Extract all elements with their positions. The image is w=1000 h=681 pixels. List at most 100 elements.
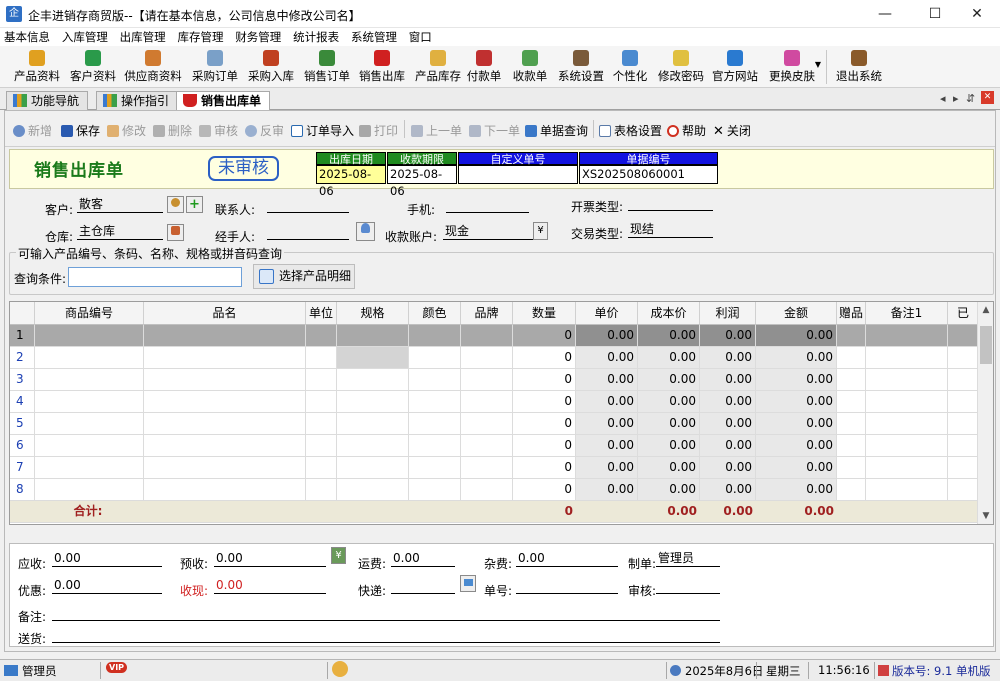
unit-price-cell[interactable]: 0.00 bbox=[576, 325, 638, 347]
product-name-cell[interactable] bbox=[144, 457, 306, 479]
scroll-thumb[interactable] bbox=[980, 326, 992, 364]
spec-cell[interactable] bbox=[337, 347, 409, 369]
help-button[interactable]: 帮助 bbox=[667, 122, 706, 139]
customer-info-button[interactable]: 客户资料 bbox=[66, 48, 120, 86]
brand-cell[interactable] bbox=[461, 325, 513, 347]
amount-cell[interactable]: 0.00 bbox=[756, 347, 837, 369]
skin-dropdown-icon[interactable]: ▼ bbox=[813, 60, 823, 70]
color-cell[interactable] bbox=[409, 457, 461, 479]
edit-button[interactable]: 修改 bbox=[107, 122, 146, 139]
receipt-button[interactable]: 收款单 bbox=[508, 48, 552, 86]
menu-finance[interactable]: 财务管理 bbox=[231, 28, 285, 46]
spec-cell[interactable] bbox=[337, 369, 409, 391]
spec-cell[interactable] bbox=[337, 391, 409, 413]
extra-cell[interactable] bbox=[948, 457, 979, 479]
handler-input[interactable] bbox=[267, 223, 349, 240]
print-button[interactable]: 打印 bbox=[359, 122, 398, 139]
column-header-remark1[interactable]: 备注1 bbox=[866, 302, 948, 325]
minimize-button[interactable]: — bbox=[862, 0, 908, 28]
spec-cell[interactable] bbox=[337, 325, 409, 347]
product-name-cell[interactable] bbox=[144, 347, 306, 369]
gift-cell[interactable] bbox=[837, 479, 866, 501]
product-code-cell[interactable] bbox=[35, 391, 144, 413]
prev-doc-button[interactable]: 上一单 bbox=[411, 122, 462, 139]
column-header-quantity[interactable]: 数量 bbox=[513, 302, 576, 325]
doc-no-input[interactable]: XS202508060001 bbox=[579, 165, 718, 184]
product-code-cell[interactable] bbox=[35, 325, 144, 347]
unit-cell[interactable] bbox=[306, 369, 337, 391]
unit-price-cell[interactable]: 0.00 bbox=[576, 347, 638, 369]
profit-cell[interactable]: 0.00 bbox=[700, 369, 756, 391]
product-name-cell[interactable] bbox=[144, 325, 306, 347]
product-code-cell[interactable] bbox=[35, 435, 144, 457]
extra-cell[interactable] bbox=[948, 369, 979, 391]
remark1-cell[interactable] bbox=[866, 413, 948, 435]
trade-type-input[interactable]: 现结 bbox=[628, 221, 713, 238]
save-button[interactable]: 保存 bbox=[61, 122, 100, 139]
cost-price-cell[interactable]: 0.00 bbox=[638, 391, 700, 413]
remark1-cell[interactable] bbox=[866, 391, 948, 413]
quantity-cell[interactable]: 0 bbox=[513, 413, 576, 435]
quantity-cell[interactable]: 0 bbox=[513, 457, 576, 479]
color-cell[interactable] bbox=[409, 479, 461, 501]
gift-cell[interactable] bbox=[837, 413, 866, 435]
table-settings-button[interactable]: 表格设置 bbox=[599, 122, 662, 139]
invoice-type-input[interactable] bbox=[628, 194, 713, 211]
quantity-cell[interactable]: 0 bbox=[513, 369, 576, 391]
express-lookup-icon[interactable] bbox=[460, 575, 476, 592]
remark1-cell[interactable] bbox=[866, 435, 948, 457]
remark1-cell[interactable] bbox=[866, 479, 948, 501]
color-cell[interactable] bbox=[409, 435, 461, 457]
product-stock-button[interactable]: 产品库存 bbox=[411, 48, 465, 86]
unit-price-cell[interactable]: 0.00 bbox=[576, 391, 638, 413]
menu-reports[interactable]: 统计报表 bbox=[289, 28, 343, 46]
received-input[interactable]: 0.00 bbox=[214, 577, 326, 594]
amount-cell[interactable]: 0.00 bbox=[756, 391, 837, 413]
amount-cell[interactable]: 0.00 bbox=[756, 479, 837, 501]
remark1-cell[interactable] bbox=[866, 325, 948, 347]
column-header-color[interactable]: 颜色 bbox=[409, 302, 461, 325]
quantity-cell[interactable]: 0 bbox=[513, 325, 576, 347]
out-date-input[interactable]: 2025-08-06 bbox=[316, 165, 386, 198]
brand-cell[interactable] bbox=[461, 391, 513, 413]
delete-button[interactable]: 删除 bbox=[153, 122, 192, 139]
color-cell[interactable] bbox=[409, 347, 461, 369]
official-site-button[interactable]: 官方网站 bbox=[708, 48, 762, 86]
order-import-button[interactable]: 订单导入 bbox=[291, 122, 354, 139]
supplier-info-button[interactable]: 供应商资料 bbox=[122, 48, 184, 86]
service-icon[interactable] bbox=[332, 661, 348, 677]
cost-price-cell[interactable]: 0.00 bbox=[638, 347, 700, 369]
column-header-row-number[interactable] bbox=[10, 302, 35, 325]
column-header-product-code[interactable]: 商品编号 bbox=[35, 302, 144, 325]
customer-lookup-icon[interactable] bbox=[167, 196, 184, 213]
discount-input[interactable]: 0.00 bbox=[52, 577, 162, 594]
doc-query-button[interactable]: 单据查询 bbox=[525, 122, 588, 139]
unit-price-cell[interactable]: 0.00 bbox=[576, 369, 638, 391]
column-header-product-name[interactable]: 品名 bbox=[144, 302, 306, 325]
cost-price-cell[interactable]: 0.00 bbox=[638, 435, 700, 457]
misc-input[interactable]: 0.00 bbox=[516, 550, 618, 567]
cost-price-cell[interactable]: 0.00 bbox=[638, 413, 700, 435]
menu-outbound[interactable]: 出库管理 bbox=[116, 28, 170, 46]
product-name-cell[interactable] bbox=[144, 413, 306, 435]
spec-cell[interactable] bbox=[337, 457, 409, 479]
freight-input[interactable]: 0.00 bbox=[391, 550, 455, 567]
delivery-input[interactable] bbox=[52, 626, 720, 643]
menu-system[interactable]: 系统管理 bbox=[347, 28, 401, 46]
sales-outbound-button[interactable]: 销售出库 bbox=[355, 48, 409, 86]
unit-cell[interactable] bbox=[306, 479, 337, 501]
quantity-cell[interactable]: 0 bbox=[513, 347, 576, 369]
account-select[interactable]: 现金 bbox=[443, 223, 533, 240]
prepaid-apply-icon[interactable]: ¥ bbox=[331, 547, 346, 564]
purchase-inbound-button[interactable]: 采购入库 bbox=[244, 48, 298, 86]
column-header-profit[interactable]: 利润 bbox=[700, 302, 756, 325]
unit-price-cell[interactable]: 0.00 bbox=[576, 457, 638, 479]
quantity-cell[interactable]: 0 bbox=[513, 435, 576, 457]
currency-icon[interactable]: ¥ bbox=[533, 222, 548, 240]
product-code-cell[interactable] bbox=[35, 347, 144, 369]
brand-cell[interactable] bbox=[461, 457, 513, 479]
product-code-cell[interactable] bbox=[35, 457, 144, 479]
remark1-cell[interactable] bbox=[866, 457, 948, 479]
remark-input[interactable] bbox=[52, 604, 720, 621]
unit-cell[interactable] bbox=[306, 391, 337, 413]
